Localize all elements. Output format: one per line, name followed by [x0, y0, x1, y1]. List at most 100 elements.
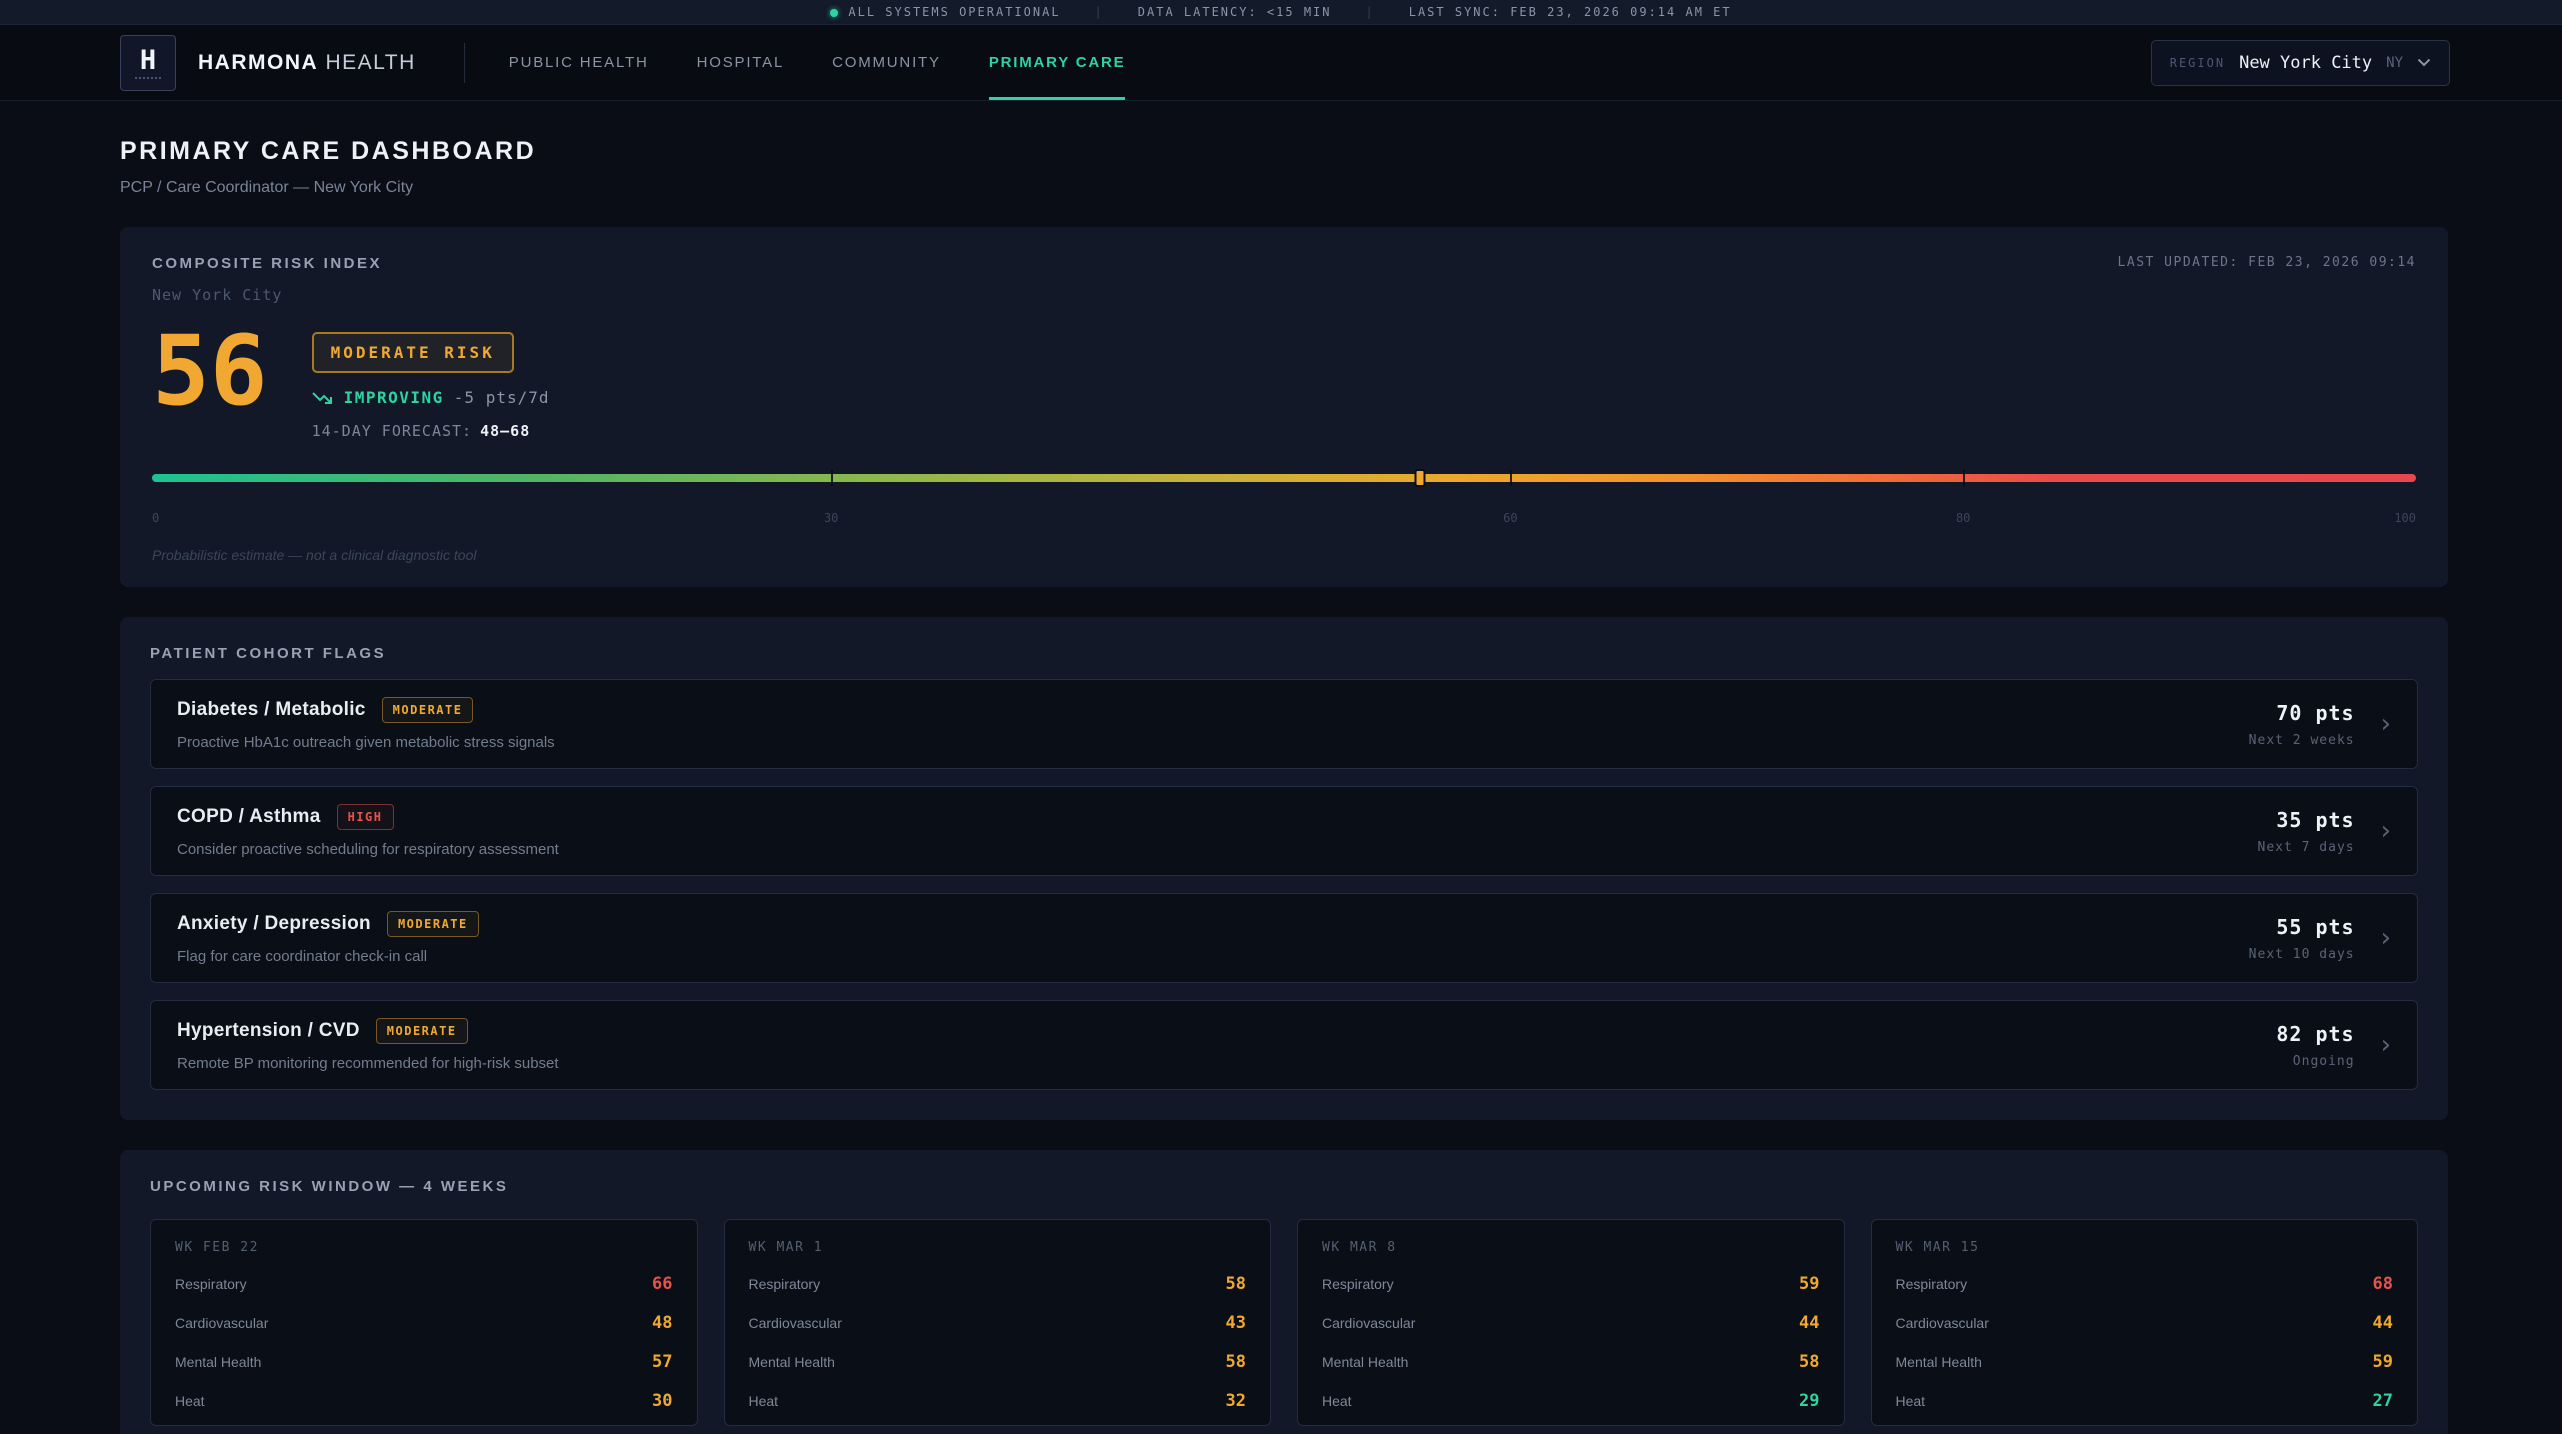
- metric-name: Heat: [1896, 1393, 1926, 1409]
- risk-scale-labels: 0 30 60 80 100: [152, 511, 2416, 525]
- tab-community[interactable]: COMMUNITY: [832, 25, 941, 100]
- scale-tick-30: [831, 470, 833, 486]
- metric-value: 59: [2373, 1352, 2393, 1372]
- cohort-row-anxiety[interactable]: Anxiety / Depression MODERATE Flag for c…: [150, 893, 2418, 983]
- chevron-right-icon[interactable]: ›: [2381, 1032, 2391, 1058]
- metric-value: 48: [652, 1313, 672, 1333]
- risk-level-badge: MODERATE RISK: [312, 332, 514, 373]
- tab-hospital[interactable]: HOSPITAL: [697, 25, 784, 100]
- composite-risk-title: COMPOSITE RISK INDEX: [152, 255, 382, 272]
- week-card-mar8: WK MAR 8 Respiratory59 Cardiovascular44 …: [1297, 1219, 1845, 1426]
- cohort-row-diabetes[interactable]: Diabetes / Metabolic MODERATE Proactive …: [150, 679, 2418, 769]
- risk-score: 56: [152, 326, 268, 417]
- brand-secondary: HEALTH: [326, 51, 416, 74]
- cohort-description: Proactive HbA1c outreach given metabolic…: [177, 734, 2249, 751]
- chevron-down-icon: [2417, 58, 2431, 67]
- metric-value: 68: [2373, 1274, 2393, 1294]
- severity-badge: MODERATE: [387, 911, 479, 937]
- system-status-bar: ALL SYSTEMS OPERATIONAL | DATA LATENCY: …: [0, 0, 2562, 25]
- metric-value: 43: [1226, 1313, 1246, 1333]
- chevron-right-icon[interactable]: ›: [2381, 925, 2391, 951]
- page-header: PRIMARY CARE DASHBOARD PCP / Care Coordi…: [120, 137, 2448, 197]
- data-latency: DATA LATENCY: <15 MIN: [1138, 5, 1332, 19]
- severity-badge: MODERATE: [382, 697, 474, 723]
- risk-scale: [152, 470, 2416, 496]
- forecast-row: 14-DAY FORECAST: 48–68: [312, 422, 550, 440]
- metric-value: 58: [1799, 1352, 1819, 1372]
- risk-window-card: UPCOMING RISK WINDOW — 4 WEEKS WK FEB 22…: [120, 1150, 2448, 1434]
- cohort-window: Next 2 weeks: [2249, 733, 2355, 748]
- cohort-name: Hypertension / CVD: [177, 1020, 360, 1042]
- cohort-description: Consider proactive scheduling for respir…: [177, 841, 2258, 858]
- cohort-name: Anxiety / Depression: [177, 913, 371, 935]
- disclaimer-note: Probabilistic estimate — not a clinical …: [152, 547, 2416, 563]
- cohort-description: Flag for care coordinator check-in call: [177, 948, 2249, 965]
- metric-value: 57: [652, 1352, 672, 1372]
- harmona-logo[interactable]: H: [120, 35, 176, 91]
- week-label: WK MAR 1: [749, 1240, 1247, 1255]
- metric-name: Cardiovascular: [1896, 1315, 1989, 1331]
- cohort-name: COPD / Asthma: [177, 806, 321, 828]
- scale-label-60: 60: [1503, 511, 1517, 525]
- region-value: New York City: [2239, 53, 2372, 73]
- page-subtitle: PCP / Care Coordinator — New York City: [120, 179, 2448, 197]
- metric-value: 27: [2373, 1391, 2393, 1411]
- cohort-points: 70 pts: [2249, 701, 2355, 725]
- forecast-value: 48–68: [480, 422, 530, 440]
- week-label: WK FEB 22: [175, 1240, 673, 1255]
- scale-label-0: 0: [152, 511, 159, 525]
- metric-name: Respiratory: [749, 1276, 821, 1292]
- scale-label-100: 100: [2394, 511, 2416, 525]
- trend-delta: -5 pts/7d: [454, 388, 550, 407]
- system-status: ALL SYSTEMS OPERATIONAL: [830, 5, 1060, 19]
- metric-name: Heat: [1322, 1393, 1352, 1409]
- status-separator: |: [1366, 5, 1375, 19]
- region-code: NY: [2386, 55, 2403, 71]
- severity-badge: HIGH: [337, 804, 394, 830]
- chevron-right-icon[interactable]: ›: [2381, 818, 2391, 844]
- metric-value: 58: [1226, 1352, 1246, 1372]
- tab-public-health[interactable]: PUBLIC HEALTH: [509, 25, 649, 100]
- forecast-label: 14-DAY FORECAST:: [312, 422, 473, 440]
- metric-name: Mental Health: [749, 1354, 835, 1370]
- metric-value: 44: [2373, 1313, 2393, 1333]
- cohort-flags-title: PATIENT COHORT FLAGS: [150, 645, 2418, 662]
- metric-value: 30: [652, 1391, 672, 1411]
- cohort-points: 55 pts: [2249, 915, 2355, 939]
- logo-dots: [135, 77, 161, 79]
- risk-scale-gradient: [152, 474, 2416, 482]
- brand-primary: HARMONA: [198, 51, 318, 74]
- metric-name: Respiratory: [1896, 1276, 1968, 1292]
- nav-tabs: PUBLIC HEALTH HOSPITAL COMMUNITY PRIMARY…: [509, 25, 1126, 100]
- logo-letter: H: [140, 47, 156, 74]
- status-dot-icon: [830, 9, 838, 17]
- cohort-window: Next 10 days: [2249, 947, 2355, 962]
- metric-name: Cardiovascular: [749, 1315, 842, 1331]
- risk-scale-marker: [1414, 469, 1425, 487]
- metric-value: 44: [1799, 1313, 1819, 1333]
- composite-risk-card: COMPOSITE RISK INDEX LAST UPDATED: FEB 2…: [120, 227, 2448, 587]
- week-card-feb22: WK FEB 22 Respiratory66 Cardiovascular48…: [150, 1219, 698, 1426]
- last-sync: LAST SYNC: FEB 23, 2026 09:14 AM ET: [1409, 5, 1732, 19]
- cohort-row-copd[interactable]: COPD / Asthma HIGH Consider proactive sc…: [150, 786, 2418, 876]
- metric-name: Heat: [175, 1393, 205, 1409]
- metric-name: Mental Health: [1896, 1354, 1982, 1370]
- brand-name: HARMONA HEALTH: [198, 51, 416, 75]
- chevron-right-icon[interactable]: ›: [2381, 711, 2391, 737]
- composite-risk-region: New York City: [152, 286, 2416, 304]
- cohort-flags-card: PATIENT COHORT FLAGS Diabetes / Metaboli…: [120, 617, 2448, 1120]
- cohort-row-hypertension[interactable]: Hypertension / CVD MODERATE Remote BP mo…: [150, 1000, 2418, 1090]
- week-label: WK MAR 8: [1322, 1240, 1820, 1255]
- last-updated: LAST UPDATED: FEB 23, 2026 09:14: [2118, 255, 2416, 272]
- region-label: REGION: [2170, 56, 2225, 70]
- metric-name: Heat: [749, 1393, 779, 1409]
- scale-label-30: 30: [824, 511, 838, 525]
- scale-tick-80: [1963, 470, 1965, 486]
- metric-value: 58: [1226, 1274, 1246, 1294]
- risk-window-title: UPCOMING RISK WINDOW — 4 WEEKS: [150, 1178, 2418, 1195]
- metric-name: Respiratory: [175, 1276, 247, 1292]
- week-card-mar1: WK MAR 1 Respiratory58 Cardiovascular43 …: [724, 1219, 1272, 1426]
- region-selector[interactable]: REGION New York City NY: [2151, 40, 2450, 86]
- cohort-name: Diabetes / Metabolic: [177, 699, 366, 721]
- tab-primary-care[interactable]: PRIMARY CARE: [989, 25, 1126, 100]
